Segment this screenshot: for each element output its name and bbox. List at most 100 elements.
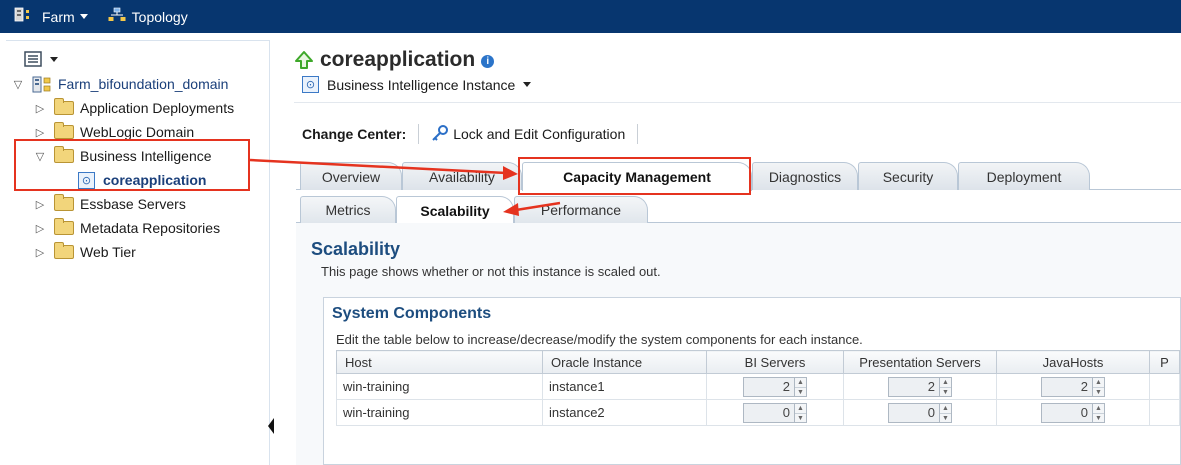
system-components-table: Host Oracle Instance BI Servers Presenta… xyxy=(336,350,1180,426)
column-header-host[interactable]: Host xyxy=(336,350,543,374)
system-components-panel: System Components Edit the table below t… xyxy=(323,297,1181,465)
navigation-panel: ▽ Farm_bifoundation_domain ▷ Application… xyxy=(6,40,270,465)
tab-label: Overview xyxy=(321,168,381,185)
tab-diagnostics[interactable]: Diagnostics xyxy=(752,162,858,190)
folder-icon xyxy=(54,98,74,115)
panel-description: Edit the table below to increase/decreas… xyxy=(336,332,863,347)
folder-icon xyxy=(54,242,74,259)
tab-overview[interactable]: Overview xyxy=(300,162,402,190)
spin-down-icon[interactable]: ▼ xyxy=(940,386,951,397)
tree-node-label: Application Deployments xyxy=(80,100,235,116)
spinner-buttons[interactable]: ▲ ▼ xyxy=(795,402,807,423)
cell-truncated xyxy=(1149,399,1180,426)
change-center-label: Change Center: xyxy=(302,126,407,142)
column-header-bi-servers[interactable]: BI Servers xyxy=(706,350,844,374)
bi-servers-spinner[interactable]: 0 ▲ ▼ xyxy=(713,402,837,423)
tree-node-label: WebLogic Domain xyxy=(80,124,195,140)
spinner-buttons[interactable]: ▲ ▼ xyxy=(1093,402,1105,423)
spinner-buttons[interactable]: ▲ ▼ xyxy=(940,402,952,423)
farm-icon xyxy=(14,7,36,26)
spinner-input[interactable]: 0 xyxy=(1041,402,1093,423)
tree-node-essbase-servers[interactable]: ▷ Essbase Servers xyxy=(12,192,262,216)
tab-availability[interactable]: Availability xyxy=(402,162,522,190)
annotation-highlight-tree xyxy=(14,139,250,191)
spinner-buttons[interactable]: ▲ ▼ xyxy=(940,376,952,397)
collapsed-triangle-icon[interactable]: ▷ xyxy=(34,246,46,259)
spin-down-icon[interactable]: ▼ xyxy=(795,412,806,423)
presentation-servers-spinner[interactable]: 2 ▲ ▼ xyxy=(850,376,990,397)
target-type-label: Business Intelligence Instance xyxy=(327,76,516,93)
column-header-javahosts[interactable]: JavaHosts xyxy=(996,350,1150,374)
tree-node-application-deployments[interactable]: ▷ Application Deployments xyxy=(12,96,262,120)
bi-servers-spinner[interactable]: 2 ▲ ▼ xyxy=(713,376,837,397)
column-header-presentation-servers[interactable]: Presentation Servers xyxy=(843,350,997,374)
farm-icon xyxy=(32,76,51,92)
cell-javahosts: 0 ▲ ▼ xyxy=(996,399,1150,426)
spin-down-icon[interactable]: ▼ xyxy=(940,412,951,423)
spinner-buttons[interactable]: ▲ ▼ xyxy=(795,376,807,397)
target-type-menu[interactable]: ⊙ Business Intelligence Instance xyxy=(302,76,532,93)
header-divider xyxy=(294,102,1181,103)
collapsed-triangle-icon[interactable]: ▷ xyxy=(34,102,46,115)
spinner-input[interactable]: 2 xyxy=(888,376,940,397)
page-title: coreapplication xyxy=(320,48,476,71)
collapsed-triangle-icon[interactable]: ▷ xyxy=(34,222,46,235)
javahosts-spinner[interactable]: 2 ▲ ▼ xyxy=(1003,376,1143,397)
farm-menu-label: Farm xyxy=(42,8,75,25)
spin-up-icon[interactable]: ▲ xyxy=(1093,378,1104,387)
chevron-down-icon xyxy=(50,56,58,62)
collapsed-triangle-icon[interactable]: ▷ xyxy=(34,198,46,211)
spinner-input[interactable]: 0 xyxy=(888,402,940,423)
expanded-triangle-icon[interactable]: ▽ xyxy=(12,78,24,91)
lock-and-edit-link[interactable]: Lock and Edit Configuration xyxy=(453,126,625,142)
spinner-input[interactable]: 0 xyxy=(743,402,795,423)
section-description: This page shows whether or not this inst… xyxy=(321,264,661,279)
collapsed-triangle-icon[interactable]: ▷ xyxy=(34,126,46,139)
table-header-row: Host Oracle Instance BI Servers Presenta… xyxy=(336,350,1180,374)
panel-collapse-handle[interactable] xyxy=(268,418,274,434)
spinner-input[interactable]: 2 xyxy=(743,376,795,397)
tree-root-label: Farm_bifoundation_domain xyxy=(58,76,229,92)
tree-node-farm[interactable]: ▽ Farm_bifoundation_domain xyxy=(12,72,262,96)
chevron-down-icon xyxy=(79,14,88,19)
main-content: coreapplication i ⊙ Business Intelligenc… xyxy=(280,40,1181,465)
javahosts-spinner[interactable]: 0 ▲ ▼ xyxy=(1003,402,1143,423)
spin-up-icon[interactable]: ▲ xyxy=(795,404,806,413)
tab-security[interactable]: Security xyxy=(858,162,958,190)
cell-bi-servers: 2 ▲ ▼ xyxy=(706,373,844,400)
tab-deployment[interactable]: Deployment xyxy=(958,162,1090,190)
tab-label: Availability xyxy=(429,168,495,185)
spin-up-icon[interactable]: ▲ xyxy=(795,378,806,387)
subtab-performance[interactable]: Performance xyxy=(514,196,648,223)
spin-up-icon[interactable]: ▲ xyxy=(940,404,951,413)
topology-menu-label: Topology xyxy=(131,8,188,25)
subtab-scalability[interactable]: Scalability xyxy=(396,196,514,224)
tree-node-label: Web Tier xyxy=(80,244,136,260)
spinner-input[interactable]: 2 xyxy=(1041,376,1093,397)
subtab-label: Metrics xyxy=(325,202,371,218)
bi-instance-icon: ⊙ xyxy=(302,76,319,93)
tree-node-web-tier[interactable]: ▷ Web Tier xyxy=(12,240,262,264)
presentation-servers-spinner[interactable]: 0 ▲ ▼ xyxy=(850,402,990,423)
info-icon[interactable]: i xyxy=(481,55,495,68)
spinner-buttons[interactable]: ▲ ▼ xyxy=(1093,376,1105,397)
column-header-oracle-instance[interactable]: Oracle Instance xyxy=(542,350,707,374)
tree-node-label: Essbase Servers xyxy=(80,196,186,212)
spin-up-icon[interactable]: ▲ xyxy=(940,378,951,387)
spin-down-icon[interactable]: ▼ xyxy=(1093,412,1104,423)
panel-title: System Components xyxy=(332,305,492,322)
subtab-metrics[interactable]: Metrics xyxy=(300,196,396,223)
subtab-label: Performance xyxy=(540,202,622,218)
key-icon xyxy=(431,124,449,144)
column-header-truncated[interactable]: P xyxy=(1149,350,1180,374)
tree-view-icon xyxy=(24,51,42,67)
chevron-down-icon xyxy=(523,82,532,87)
spin-down-icon[interactable]: ▼ xyxy=(1093,386,1104,397)
cell-javahosts: 2 ▲ ▼ xyxy=(996,373,1150,400)
tree-view-menu[interactable] xyxy=(24,51,58,67)
spin-down-icon[interactable]: ▼ xyxy=(795,386,806,397)
tree-node-metadata-repositories[interactable]: ▷ Metadata Repositories xyxy=(12,216,262,240)
spin-up-icon[interactable]: ▲ xyxy=(1093,404,1104,413)
farm-menu[interactable]: Farm xyxy=(14,7,88,26)
topology-menu[interactable]: Topology xyxy=(108,7,188,26)
